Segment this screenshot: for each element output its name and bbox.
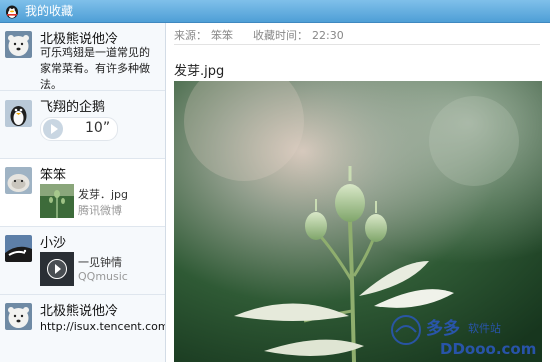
- avatar: [5, 100, 32, 127]
- favorite-item-note[interactable]: 北极熊说他冷 可乐鸡翅是一道常见的家常菜肴。有许多种做法。: [0, 23, 165, 91]
- favorite-link[interactable]: http://isux.tencent.com/: [40, 320, 165, 333]
- detail-meta: 来源： 笨笨 收藏时间： 22:30: [174, 27, 348, 43]
- title-bar: 我的收藏: [0, 0, 550, 23]
- play-icon[interactable]: [47, 259, 67, 279]
- voice-message[interactable]: 10”: [40, 117, 118, 141]
- avatar: [5, 303, 32, 330]
- favorite-sender: 北极熊说他冷: [40, 304, 119, 319]
- avatar: [5, 167, 32, 194]
- favorite-snippet: 可乐鸡翅是一道常见的家常菜肴。有许多种做法。: [40, 46, 150, 91]
- favorite-sender: 小沙: [40, 236, 67, 251]
- watermark-logo: 多多 软件站 DDooo.com: [388, 310, 538, 360]
- favorite-sender: 飞翔的企鹅: [40, 100, 106, 115]
- favorite-item-voice[interactable]: 飞翔的企鹅 10”: [0, 91, 165, 159]
- source-value: 笨笨: [211, 29, 233, 42]
- time-label: 收藏时间：: [253, 29, 308, 42]
- divider: [174, 44, 540, 45]
- photo-preview[interactable]: 多多 软件站 DDooo.com: [174, 81, 542, 362]
- favorite-title: 发芽．jpg: [78, 188, 129, 201]
- watermark-text-main: 多多: [426, 318, 460, 339]
- avatar: [5, 31, 32, 58]
- favorite-title: 一见钟情: [78, 256, 122, 269]
- image-thumbnail[interactable]: [40, 184, 74, 218]
- file-title: 发芽.jpg: [174, 64, 225, 79]
- source-label: 来源：: [174, 29, 207, 42]
- time-value: 22:30: [312, 29, 344, 42]
- qq-penguin-icon: [4, 3, 20, 19]
- play-icon[interactable]: [43, 119, 63, 139]
- avatar: [5, 235, 32, 262]
- favorite-item-link[interactable]: 北极熊说他冷 http://isux.tencent.com/: [0, 295, 165, 362]
- favorite-item-music[interactable]: 小沙 一见钟情 QQmusic: [0, 227, 165, 295]
- favorite-item-image[interactable]: 笨笨 发芽．jpg 腾讯微博: [0, 159, 165, 227]
- favorite-sender: 笨笨: [40, 168, 67, 183]
- music-thumbnail[interactable]: [40, 252, 74, 286]
- favorites-list[interactable]: 北极熊说他冷 可乐鸡翅是一道常见的家常菜肴。有许多种做法。 飞翔的企鹅 10”: [0, 23, 166, 362]
- watermark-url: DDooo.com: [440, 340, 536, 358]
- detail-pane: 来源： 笨笨 收藏时间： 22:30 发芽.jpg 多多 软件站 DDooo.c…: [166, 23, 550, 362]
- window-title: 我的收藏: [25, 4, 74, 18]
- favorite-source: 腾讯微博: [78, 204, 122, 217]
- watermark-text-sub: 软件站: [468, 321, 501, 335]
- favorite-source: QQmusic: [78, 270, 128, 283]
- voice-duration: 10”: [85, 120, 111, 136]
